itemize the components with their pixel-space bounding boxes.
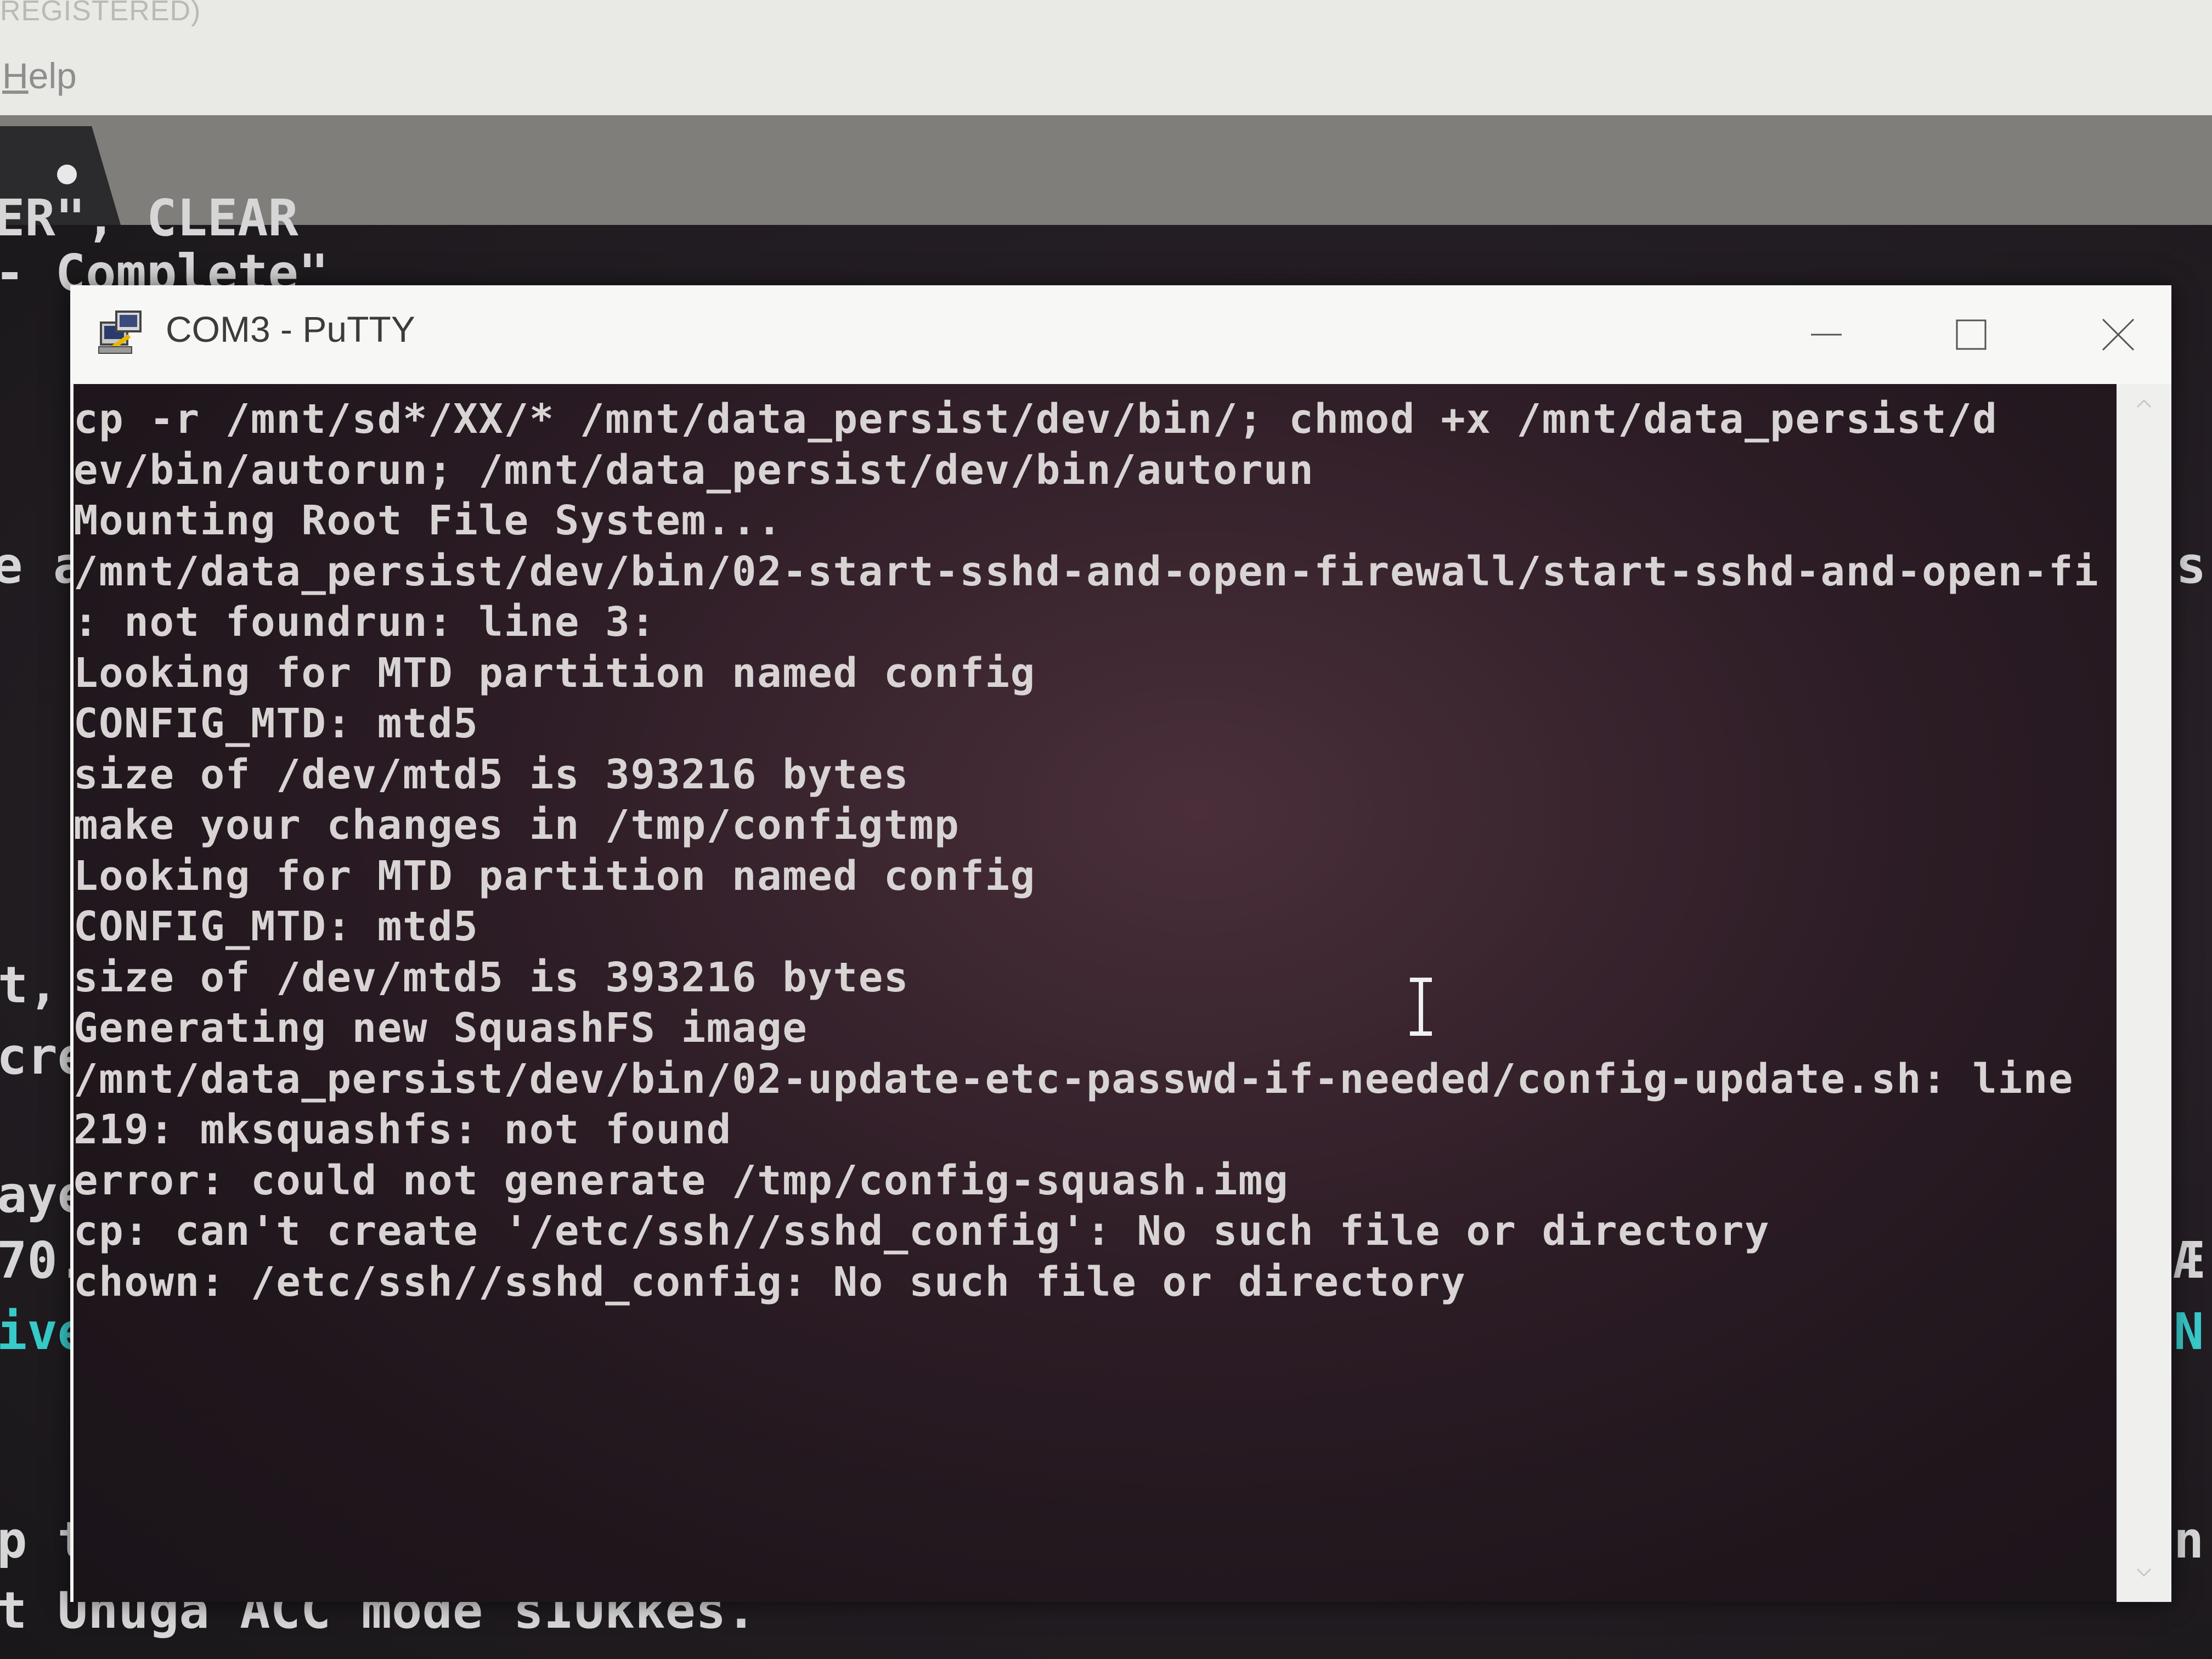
terminal-line: size of /dev/mtd5 is 393216 bytes — [74, 953, 910, 1001]
terminal-line: CONFIG_MTD: mtd5 — [74, 903, 479, 950]
background-text-fragment: s — [2176, 536, 2207, 595]
terminal-line: 219: mksquashfs: not found — [74, 1106, 732, 1153]
putty-icon — [98, 311, 142, 354]
minimize-icon — [1811, 334, 1842, 336]
scroll-down-arrow-icon[interactable] — [2135, 1564, 2153, 1581]
background-text-fragment: N — [2174, 1302, 2204, 1361]
terminal-line: make your changes in /tmp/configtmp — [74, 802, 960, 849]
title-bar[interactable]: COM3 - PuTTY — [70, 285, 2171, 384]
terminal-line: Looking for MTD partition named config — [74, 852, 1036, 900]
terminal-line: Mounting Root File System... — [74, 497, 783, 544]
background-text-fragment: Æ — [2174, 1231, 2204, 1290]
background-text-fragment: n — [2174, 1511, 2204, 1570]
terminal-line: size of /dev/mtd5 is 393216 bytes — [74, 751, 910, 798]
terminal-output: cp -r /mnt/sd*/XX/* /mnt/data_persist/de… — [74, 394, 2099, 1307]
terminal-area[interactable]: cp -r /mnt/sd*/XX/* /mnt/data_persist/de… — [74, 384, 2117, 1602]
background-tab-bar — [0, 115, 2212, 225]
background-text-line: ER", CLEAR — [0, 189, 298, 247]
background-window-chrome: REGISTERED) Help — [0, 0, 2212, 115]
window-title: COM3 - PuTTY — [166, 309, 415, 349]
maximize-icon — [1956, 319, 1987, 350]
text-cursor-ibeam-icon — [1410, 978, 1432, 1036]
close-button[interactable] — [2083, 302, 2154, 368]
tab-modified-dot-icon — [57, 165, 77, 184]
terminal-line: CONFIG_MTD: mtd5 — [74, 700, 479, 747]
terminal-line: /mnt/data_persist/dev/bin/02-start-sshd-… — [74, 548, 2100, 595]
background-text-fragment: t, — [0, 956, 59, 1014]
terminal-line: : not foundrun: line 3: — [74, 599, 656, 646]
vertical-scrollbar[interactable] — [2117, 384, 2171, 1602]
terminal-line: error: could not generate /tmp/config-sq… — [74, 1156, 1289, 1204]
terminal-line: Looking for MTD partition named config — [74, 649, 1036, 697]
terminal-line: ev/bin/autorun; /mnt/data_persist/dev/bi… — [74, 446, 1314, 494]
background-window-title: REGISTERED) — [0, 0, 201, 27]
close-icon — [2102, 318, 2135, 351]
terminal-line: chown: /etc/ssh//sshd_config: No such fi… — [74, 1258, 1466, 1306]
terminal-line: cp -r /mnt/sd*/XX/* /mnt/data_persist/de… — [74, 396, 1998, 443]
terminal-line: Generating new SquashFS image — [74, 1005, 808, 1052]
terminal-line: cp: can't create '/etc/ssh//sshd_config'… — [74, 1207, 1770, 1255]
minimize-button[interactable] — [1791, 302, 1862, 368]
scroll-up-arrow-icon[interactable] — [2135, 395, 2153, 413]
menu-help[interactable]: Help — [2, 55, 77, 97]
putty-window[interactable]: COM3 - PuTTY cp -r /mnt/sd*/XX/* /mnt/da… — [70, 285, 2171, 1602]
terminal-line: /mnt/data_persist/dev/bin/02-update-etc-… — [74, 1055, 2074, 1103]
maximize-button[interactable] — [1936, 302, 2007, 368]
